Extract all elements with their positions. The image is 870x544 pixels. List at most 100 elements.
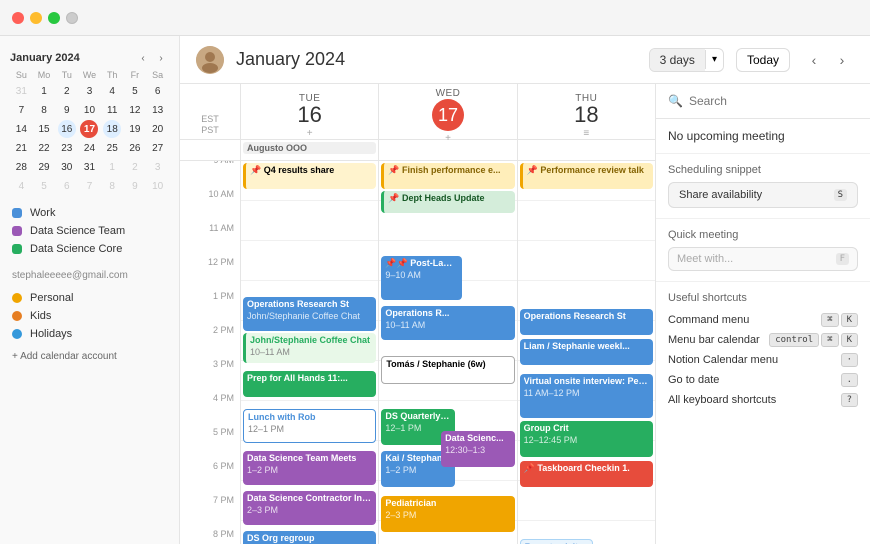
mini-day[interactable]: 9 xyxy=(126,177,144,195)
event-pediatrician[interactable]: Pediatrician 2–3 PM xyxy=(381,496,514,532)
mini-day[interactable]: 3 xyxy=(80,82,98,100)
mini-cal-prev[interactable]: ‹ xyxy=(135,50,151,66)
mini-day[interactable]: 1 xyxy=(103,158,121,176)
event-taskboard-checkin[interactable]: 📌 Taskboard Checkin 1. xyxy=(520,461,653,487)
sidebar-item-data-science-core[interactable]: Data Science Core xyxy=(0,240,179,258)
mini-day[interactable]: 6 xyxy=(149,82,167,100)
event-lunch-rob[interactable]: Lunch with Rob 12–1 PM xyxy=(243,409,376,443)
day-header-wed[interactable]: WED 17 + xyxy=(378,84,516,148)
mini-day[interactable]: 13 xyxy=(149,101,167,119)
day-col-thu[interactable]: 📌 Performance review talk Operations Res… xyxy=(517,161,655,544)
mini-day[interactable]: 9 xyxy=(58,101,76,119)
event-liam-stephanie[interactable]: Liam / Stephanie weekl... xyxy=(520,339,653,365)
mini-day[interactable]: 30 xyxy=(58,158,76,176)
mini-day[interactable]: 25 xyxy=(103,139,121,157)
mini-day[interactable]: 3 xyxy=(149,158,167,176)
mini-day[interactable]: 4 xyxy=(103,82,121,100)
mini-day[interactable]: 2 xyxy=(58,82,76,100)
shortcut-menu-bar-cal: Menu bar calendar control ⌘ K xyxy=(668,330,858,350)
add-event-btn[interactable]: + xyxy=(307,128,313,139)
mini-day[interactable]: 18 xyxy=(103,120,121,138)
mini-day[interactable]: 12 xyxy=(126,101,144,119)
event-tomas-stephanie[interactable]: Tomás / Stephanie (6w) xyxy=(381,356,514,384)
prev-period-button[interactable]: ‹ xyxy=(802,48,826,72)
mini-day[interactable]: 27 xyxy=(149,139,167,157)
event-finish-perf[interactable]: 📌 Finish performance e... xyxy=(381,163,514,189)
fullscreen-button[interactable] xyxy=(66,12,78,24)
mini-day[interactable]: 31 xyxy=(12,82,30,100)
event-ops-research-thu[interactable]: Operations Research St xyxy=(520,309,653,335)
event-ds-team-meets[interactable]: Data Science Team Meets 1–2 PM xyxy=(243,451,376,485)
mini-day[interactable]: 6 xyxy=(58,177,76,195)
mini-day[interactable]: 2 xyxy=(126,158,144,176)
mini-day[interactable]: 29 xyxy=(35,158,53,176)
mini-day[interactable]: 1 xyxy=(35,82,53,100)
sidebar-item-data-science-team[interactable]: Data Science Team xyxy=(0,222,179,240)
maximize-button[interactable] xyxy=(48,12,60,24)
add-calendar-button[interactable]: + Add calendar account xyxy=(0,347,179,366)
event-ops-r-wed[interactable]: Operations R... 10–11 AM xyxy=(381,306,514,340)
event-ds-org-regroup[interactable]: DS Org regroup 3–4 PM xyxy=(243,531,376,544)
event-coffee-chat[interactable]: John/Stephanie Coffee Chat 10–11 AM xyxy=(243,333,376,363)
mini-day[interactable]: 10 xyxy=(149,177,167,195)
mini-day[interactable]: 22 xyxy=(35,139,53,157)
user-avatar[interactable] xyxy=(196,46,224,74)
nav-arrows: ‹ › xyxy=(802,48,854,72)
mini-day[interactable]: 7 xyxy=(12,101,30,119)
mini-day[interactable]: 21 xyxy=(12,139,30,157)
mini-day[interactable]: 10 xyxy=(80,101,98,119)
event-data-science-w[interactable]: Data Scienc... 12:30–1:3 xyxy=(441,431,515,467)
mini-day[interactable]: 31 xyxy=(80,158,98,176)
dow-mo: Mo xyxy=(33,70,56,80)
mini-day[interactable]: 4 xyxy=(12,177,30,195)
event-group-crit[interactable]: Group Crit 12–12:45 PM xyxy=(520,421,653,457)
sidebar-item-personal[interactable]: Personal xyxy=(0,289,179,307)
event-remote-visit[interactable]: Remote visit... 3–4 PM xyxy=(520,539,594,544)
event-ops-research[interactable]: Operations Research St John/Stephanie Co… xyxy=(243,297,376,331)
mini-day[interactable]: 28 xyxy=(12,158,30,176)
mini-day[interactable]: 24 xyxy=(80,139,98,157)
mini-day-today[interactable]: 17 xyxy=(80,120,98,138)
sidebar-item-holidays[interactable]: Holidays xyxy=(0,325,179,343)
day-col-wed[interactable]: 📌 Finish performance e... 📌 Dept Heads U… xyxy=(378,161,516,544)
time-grid-scroll[interactable]: 9 AM 10 AM 11 AM 12 PM 1 PM 2 PM 3 PM 4 … xyxy=(180,161,655,544)
event-post-launch[interactable]: 📌📌 Post-Launch... 9–10 AM xyxy=(381,256,461,300)
day-header-tue[interactable]: TUE 16 + xyxy=(240,84,378,148)
event-dept-heads[interactable]: 📌 Dept Heads Update xyxy=(381,191,514,213)
all-day-event[interactable]: Augusto OOO xyxy=(243,142,376,154)
today-button[interactable]: Today xyxy=(736,48,790,72)
share-availability-button[interactable]: Share availability S xyxy=(668,182,858,208)
shortcut-label: Command menu xyxy=(668,314,749,326)
close-button[interactable] xyxy=(12,12,24,24)
meet-with-input[interactable]: Meet with... F xyxy=(668,247,858,271)
event-ds-contractor[interactable]: Data Science Contractor Intake:... 2–3 P… xyxy=(243,491,376,525)
event-prep-all-hands[interactable]: Prep for All Hands 11:... xyxy=(243,371,376,397)
mini-day[interactable]: 14 xyxy=(12,120,30,138)
mini-day[interactable]: 23 xyxy=(58,139,76,157)
event-q4-results[interactable]: 📌 Q4 results share xyxy=(243,163,376,189)
mini-day[interactable]: 5 xyxy=(126,82,144,100)
sidebar-item-kids[interactable]: Kids xyxy=(0,307,179,325)
mini-day[interactable]: 7 xyxy=(80,177,98,195)
sidebar-item-work[interactable]: Work xyxy=(0,204,179,222)
mini-day[interactable]: 8 xyxy=(35,101,53,119)
day-header-thu[interactable]: THU 18 ≡ xyxy=(517,84,655,148)
day-col-tue[interactable]: 📌 Q4 results share Operations Research S… xyxy=(240,161,378,544)
mini-day[interactable]: 11 xyxy=(103,101,121,119)
mini-cal-next[interactable]: › xyxy=(153,50,169,66)
view-chevron-button[interactable]: ▾ xyxy=(705,50,723,69)
mini-day[interactable]: 19 xyxy=(126,120,144,138)
mini-day[interactable]: 20 xyxy=(149,120,167,138)
minimize-button[interactable] xyxy=(30,12,42,24)
mini-day[interactable]: 16 xyxy=(58,120,76,138)
view-days-button[interactable]: 3 days xyxy=(650,49,705,71)
mini-day[interactable]: 15 xyxy=(35,120,53,138)
next-period-button[interactable]: › xyxy=(830,48,854,72)
mini-day[interactable]: 5 xyxy=(35,177,53,195)
mini-day[interactable]: 8 xyxy=(103,177,121,195)
add-event-btn[interactable]: ≡ xyxy=(583,128,589,139)
mini-day[interactable]: 26 xyxy=(126,139,144,157)
event-virtual-onsite[interactable]: Virtual onsite interview: Pedro... 11 AM… xyxy=(520,374,653,418)
search-input[interactable] xyxy=(689,94,858,108)
event-perf-review-talk[interactable]: 📌 Performance review talk xyxy=(520,163,653,189)
